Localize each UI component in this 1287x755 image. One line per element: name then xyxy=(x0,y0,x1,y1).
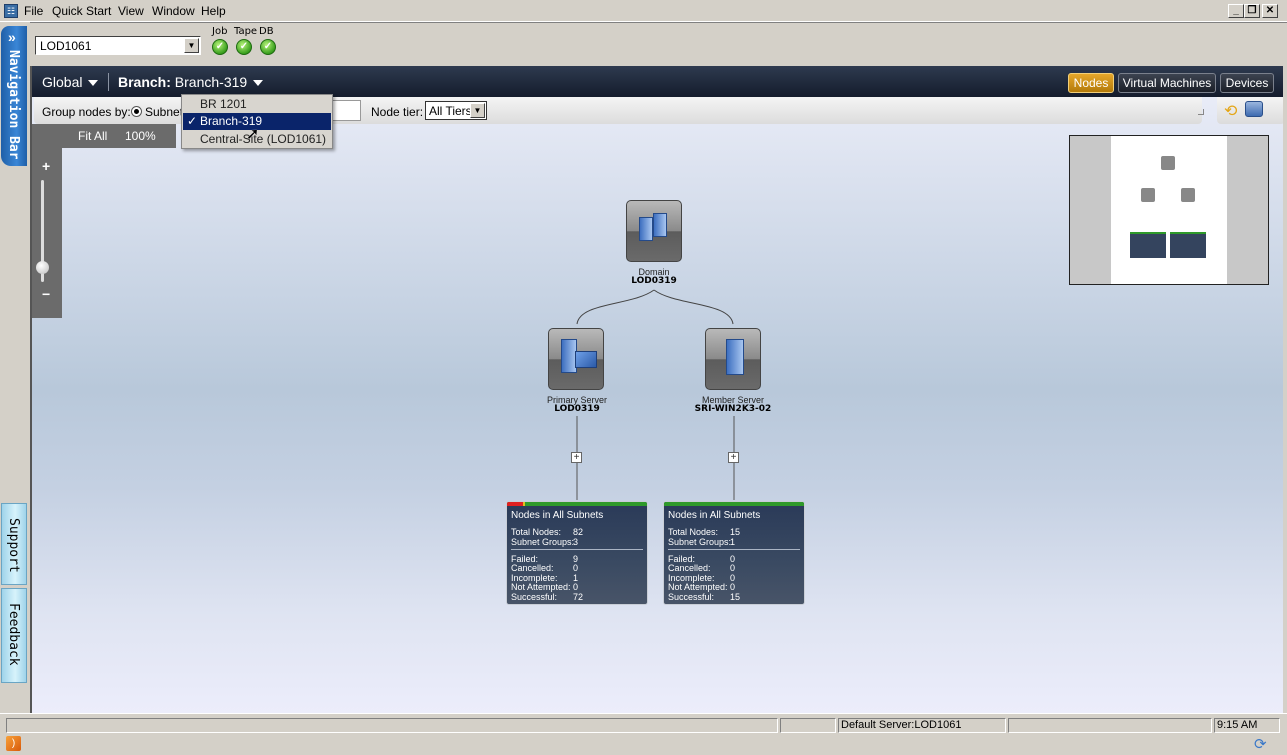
support-tab[interactable]: Support xyxy=(1,503,27,585)
menu-bar: ☷ File Quick Start View Window Help _ ❐ … xyxy=(0,0,1287,22)
total-nodes-value: 15 xyxy=(730,527,741,537)
option-label: Central-Site (LOD1061) xyxy=(200,132,327,146)
menu-help[interactable]: Help xyxy=(201,4,226,18)
time-status: 9:15 AM xyxy=(1214,718,1280,733)
default-server-status: Default Server:LOD1061 xyxy=(838,718,1006,733)
minimap-summary xyxy=(1170,232,1206,258)
summary-title: Nodes in All Subnets xyxy=(668,510,761,521)
incomplete-segment xyxy=(523,502,525,506)
status-bar xyxy=(664,502,804,506)
status-bar: Default Server:LOD1061 9:15 AM ) ⟳ xyxy=(0,713,1287,755)
minimap-member xyxy=(1181,188,1195,202)
cancelled-label: Cancelled: xyxy=(511,563,554,573)
menu-window[interactable]: Window xyxy=(152,4,195,18)
subnet-groups-value: 1 xyxy=(730,537,736,547)
chevron-down-icon[interactable]: ▼ xyxy=(184,38,199,53)
support-label: Support xyxy=(6,518,21,573)
navigation-bar-label: Navigation Bar xyxy=(6,50,21,160)
primary-summary-card[interactable]: Nodes in All Subnets Total Nodes: 82 Sub… xyxy=(506,501,648,605)
cancelled-value: 0 xyxy=(730,563,736,573)
subnet-groups-label: Subnet Groups: xyxy=(668,537,732,547)
job-status-label: Job xyxy=(212,26,228,37)
menu-file[interactable]: File xyxy=(24,4,43,18)
mouse-cursor: ➚ xyxy=(246,126,260,143)
not-attempted-value: 0 xyxy=(573,582,579,592)
domain-node[interactable] xyxy=(626,200,682,262)
navigation-bar-tab[interactable]: » Navigation Bar xyxy=(1,26,27,166)
summary-title: Nodes in All Subnets xyxy=(511,510,604,521)
rss-icon[interactable]: ) xyxy=(6,736,21,751)
divider xyxy=(668,549,800,550)
close-button[interactable]: ✕ xyxy=(1262,4,1278,18)
successful-value: 15 xyxy=(730,592,741,602)
server-select-value: LOD1061 xyxy=(40,39,92,53)
db-status-check-icon[interactable]: ✓ xyxy=(260,39,276,55)
monitor-icon xyxy=(575,351,597,368)
minimap-domain xyxy=(1161,156,1175,170)
server-icon xyxy=(639,217,653,241)
primary-server-name: LOD0319 xyxy=(554,404,600,414)
minimap-viewport[interactable] xyxy=(1111,136,1227,284)
option-label: BR 1201 xyxy=(200,97,247,111)
not-attempted-value: 0 xyxy=(730,582,736,592)
not-attempted-label: Not Attempted: xyxy=(511,582,571,592)
total-nodes-value: 82 xyxy=(573,527,584,537)
expand-primary-button[interactable]: + xyxy=(571,452,582,463)
restore-button[interactable]: ❐ xyxy=(1244,4,1260,18)
sync-icon[interactable]: ⟳ xyxy=(1254,735,1267,753)
status-cell-4 xyxy=(1008,718,1212,733)
member-summary-card[interactable]: Nodes in All Subnets Total Nodes: 15 Sub… xyxy=(663,501,805,605)
not-attempted-label: Not Attempted: xyxy=(668,582,728,592)
app-icon: ☷ xyxy=(4,4,18,18)
successful-label: Successful: xyxy=(511,592,558,602)
member-server-node[interactable] xyxy=(705,328,761,390)
connector-domain-member xyxy=(653,289,734,325)
connector-domain-primary xyxy=(576,289,655,325)
feedback-label: Feedback xyxy=(6,603,21,666)
menu-quick-start[interactable]: Quick Start xyxy=(52,4,111,18)
status-bar xyxy=(507,502,647,506)
db-status-label: DB xyxy=(259,26,274,37)
failed-segment xyxy=(507,502,523,506)
server-tower-icon xyxy=(726,339,744,375)
cancelled-value: 0 xyxy=(573,563,579,573)
server-select[interactable]: LOD1061 ▼ xyxy=(35,36,201,55)
divider xyxy=(511,549,643,550)
overview-minimap[interactable] xyxy=(1069,135,1269,285)
subnet-groups-value: 3 xyxy=(573,537,579,547)
subnet-groups-label: Subnet Groups: xyxy=(511,537,575,547)
status-cell-2 xyxy=(780,718,836,733)
total-nodes-label: Total Nodes: xyxy=(511,527,562,537)
menu-view[interactable]: View xyxy=(118,4,144,18)
branch-option-br-1201[interactable]: BR 1201 xyxy=(183,96,331,113)
total-nodes-label: Total Nodes: xyxy=(668,527,719,537)
member-server-name: SRI-WIN2K3-02 xyxy=(694,404,772,414)
minimize-button[interactable]: _ xyxy=(1228,4,1244,18)
expand-member-button[interactable]: + xyxy=(728,452,739,463)
check-icon: ✓ xyxy=(187,114,198,128)
feedback-tab[interactable]: Feedback xyxy=(1,588,27,683)
status-cell-main xyxy=(6,718,778,733)
successful-value: 72 xyxy=(573,592,584,602)
successful-label: Successful: xyxy=(668,592,715,602)
tape-status-check-icon[interactable]: ✓ xyxy=(236,39,252,55)
expand-chevron-icon: » xyxy=(8,29,16,45)
domain-name: LOD0319 xyxy=(631,276,677,286)
primary-server-node[interactable] xyxy=(548,328,604,390)
tape-status-label: Tape xyxy=(234,26,258,37)
server-icon xyxy=(653,213,667,237)
minimap-primary xyxy=(1141,188,1155,202)
minimap-summary xyxy=(1130,232,1166,258)
main-panel: Global Branch: Branch-319 Nodes Virtual … xyxy=(30,66,1283,713)
cancelled-label: Cancelled: xyxy=(668,563,711,573)
job-status-check-icon[interactable]: ✓ xyxy=(212,39,228,55)
